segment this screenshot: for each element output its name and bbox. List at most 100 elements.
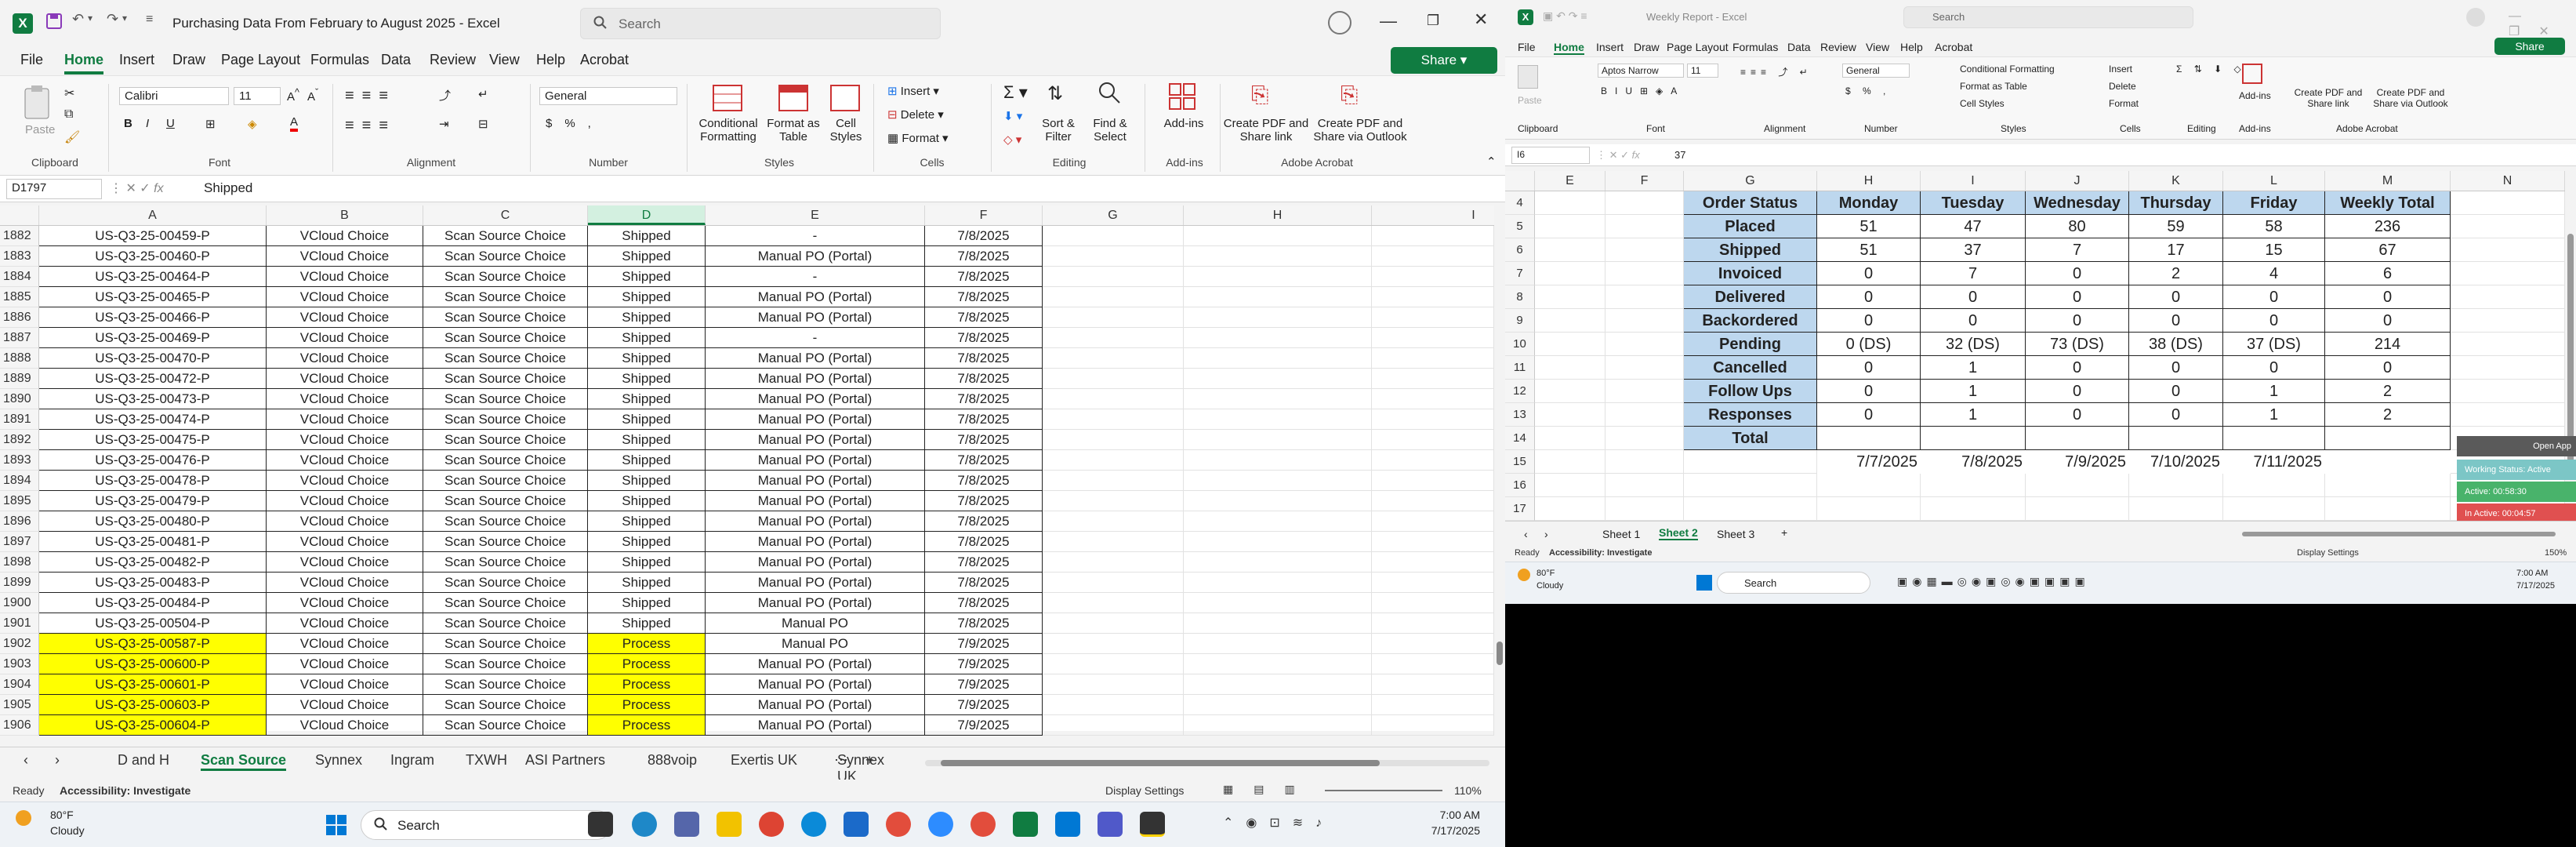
right-number-icons[interactable]: $ % ,	[1845, 85, 1890, 96]
empty-cell[interactable]	[1184, 634, 1372, 654]
col-header-i[interactable]: I	[1372, 205, 1505, 225]
format-cells-button[interactable]: ▦ Format ▾	[887, 131, 949, 145]
cell-b[interactable]: VCloud Choice	[267, 267, 423, 287]
cell-b[interactable]: VCloud Choice	[267, 287, 423, 307]
value-cell[interactable]: 80	[2026, 215, 2129, 238]
vertical-scrollbar[interactable]	[1494, 205, 1505, 731]
empty-cell[interactable]	[1043, 348, 1184, 369]
windows-start-icon[interactable]	[326, 815, 346, 835]
cell-c[interactable]: Scan Source Choice	[423, 471, 588, 491]
col-header-c[interactable]: C	[423, 205, 588, 225]
report-header-cell[interactable]: Thursday	[2129, 191, 2223, 215]
fill-icon[interactable]: ⬇ ▾	[1003, 109, 1022, 123]
cell-d[interactable]: Shipped	[588, 389, 706, 409]
empty-cell[interactable]	[1817, 474, 1921, 497]
cell-c[interactable]: Scan Source Choice	[423, 287, 588, 307]
empty-cell[interactable]	[2026, 474, 2129, 497]
cell-b[interactable]: VCloud Choice	[267, 613, 423, 634]
empty-cell[interactable]	[1684, 450, 1817, 474]
value-cell[interactable]: 0	[2325, 309, 2451, 333]
cell-a[interactable]: US-Q3-25-00478-P	[39, 471, 267, 491]
value-cell[interactable]: 0	[2026, 403, 2129, 427]
find-select-button[interactable]: Find & Select	[1085, 117, 1135, 144]
right-vertical-scroll-thumb[interactable]	[2567, 234, 2574, 469]
sheet-tab[interactable]: ASI Partners	[525, 752, 605, 769]
empty-cell[interactable]	[2451, 356, 2565, 380]
empty-cell[interactable]	[1043, 471, 1184, 491]
create-pdf-outlook-icon[interactable]: ⎘	[1341, 82, 1358, 108]
cell-a[interactable]: US-Q3-25-00470-P	[39, 348, 267, 369]
right-sheet-next-icon[interactable]: ›	[1544, 528, 1548, 540]
empty-cell[interactable]	[1605, 450, 1684, 474]
cell-c[interactable]: Scan Source Choice	[423, 369, 588, 389]
right-sheet-tab-2[interactable]: Sheet 2	[1659, 526, 1698, 540]
right-col-header-i[interactable]: I	[1921, 171, 2026, 191]
right-tab-insert[interactable]: Insert	[1596, 41, 1624, 53]
empty-cell[interactable]	[1043, 267, 1184, 287]
value-cell[interactable]: 0	[2129, 309, 2223, 333]
right-start-icon[interactable]	[1696, 575, 1712, 591]
right-font-name-select[interactable]: Aptos Narrow	[1598, 64, 1684, 78]
empty-cell[interactable]	[1372, 613, 1494, 634]
value-cell[interactable]: 59	[2129, 215, 2223, 238]
right-tab-acrobat[interactable]: Acrobat	[1935, 41, 1972, 53]
value-cell[interactable]	[2325, 427, 2451, 450]
cell-c[interactable]: Scan Source Choice	[423, 695, 588, 715]
cell-c[interactable]: Scan Source Choice	[423, 491, 588, 511]
cell-b[interactable]: VCloud Choice	[267, 307, 423, 328]
value-cell[interactable]: 214	[2325, 333, 2451, 356]
cell-d[interactable]: Shipped	[588, 511, 706, 532]
more-sheets-icon[interactable]: ⋯	[834, 752, 848, 769]
row-number[interactable]: 4	[1505, 191, 1535, 215]
empty-cell[interactable]	[1372, 226, 1494, 246]
wrap-text-icon[interactable]: ↵	[478, 87, 488, 101]
cell-a[interactable]: US-Q3-25-00466-P	[39, 307, 267, 328]
empty-cell[interactable]	[1184, 511, 1372, 532]
cell-c[interactable]: Scan Source Choice	[423, 552, 588, 573]
cell-c[interactable]: Scan Source Choice	[423, 511, 588, 532]
empty-cell[interactable]	[1184, 287, 1372, 307]
right-col-header-g[interactable]: G	[1684, 171, 1817, 191]
cell-e[interactable]: Manual PO (Portal)	[706, 715, 925, 736]
empty-cell[interactable]	[1043, 491, 1184, 511]
value-cell[interactable]	[1817, 427, 1921, 450]
cell-f[interactable]: 7/9/2025	[925, 715, 1043, 736]
addins-icon[interactable]	[1168, 82, 1196, 111]
empty-cell[interactable]	[1605, 356, 1684, 380]
row-number[interactable]: 1897	[0, 532, 39, 552]
row-number[interactable]: 1889	[0, 369, 39, 389]
value-cell[interactable]: 0	[2223, 285, 2325, 309]
row-number[interactable]: 17	[1505, 497, 1535, 521]
value-cell[interactable]: 0	[2026, 356, 2129, 380]
cell-c[interactable]: Scan Source Choice	[423, 430, 588, 450]
right-zoom-level[interactable]: 150%	[2545, 548, 2567, 558]
copy-icon[interactable]: ⧉	[64, 107, 73, 122]
empty-cell[interactable]	[1817, 497, 1921, 521]
tab-help[interactable]: Help	[536, 52, 565, 68]
cell-d[interactable]: Process	[588, 715, 706, 736]
cell-a[interactable]: US-Q3-25-00587-P	[39, 634, 267, 654]
value-cell[interactable]: 0	[2129, 380, 2223, 403]
cell-b[interactable]: VCloud Choice	[267, 226, 423, 246]
cell-e[interactable]: Manual PO (Portal)	[706, 491, 925, 511]
cell-b[interactable]: VCloud Choice	[267, 552, 423, 573]
cell-e[interactable]: Manual PO (Portal)	[706, 287, 925, 307]
cell-b[interactable]: VCloud Choice	[267, 430, 423, 450]
right-tab-home[interactable]: Home	[1554, 41, 1584, 55]
chrome-alt-icon[interactable]	[971, 812, 996, 837]
value-cell[interactable]: 32 (DS)	[1921, 333, 2026, 356]
horizontal-scrollbar[interactable]	[925, 760, 1489, 766]
empty-cell[interactable]	[1043, 613, 1184, 634]
row-number[interactable]: 1887	[0, 328, 39, 348]
cell-e[interactable]: -	[706, 328, 925, 348]
empty-cell[interactable]	[1184, 389, 1372, 409]
empty-cell[interactable]	[1043, 695, 1184, 715]
cell-d[interactable]: Shipped	[588, 369, 706, 389]
value-cell[interactable]: 1	[1921, 380, 2026, 403]
row-number[interactable]: 1902	[0, 634, 39, 654]
underline-icon[interactable]: U	[166, 117, 175, 130]
empty-cell[interactable]	[1605, 262, 1684, 285]
right-tab-file[interactable]: File	[1518, 41, 1536, 53]
empty-cell[interactable]	[1605, 238, 1684, 262]
value-cell[interactable]: 37 (DS)	[2223, 333, 2325, 356]
